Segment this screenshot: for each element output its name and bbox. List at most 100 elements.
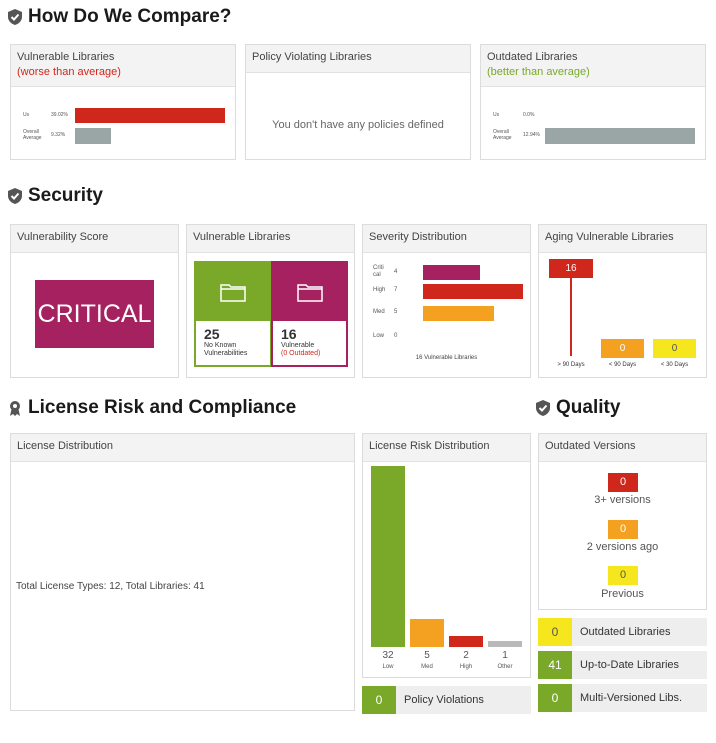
quality-title: Quality [556, 397, 621, 418]
avg-value: 9.32% [51, 132, 66, 138]
severity-bar [423, 306, 494, 321]
vulnerability-score-card: Vulnerability Score CRITICAL [10, 224, 179, 378]
multi-versioned-libs-count: 0 [538, 684, 572, 712]
three-plus-box: 0 [608, 473, 638, 492]
policy-violations-count: 0 [362, 686, 396, 714]
no-policies-message: You don't have any policies defined [272, 119, 444, 131]
outdated-libraries-count: 0 [538, 618, 572, 646]
quality-section-title: Quality [536, 397, 620, 419]
card-header: Vulnerable Libraries [187, 225, 354, 253]
card-title: License Distribution [17, 440, 113, 452]
severity-label: Criti cal [373, 265, 384, 279]
outdated-versions-card: Outdated Versions 0 3+ versions 0 2 vers… [538, 433, 707, 610]
card-header: Policy Violating Libraries [246, 45, 470, 73]
folder-icon [220, 284, 246, 302]
severity-footer: 16 Vulnerable Libraries [415, 355, 478, 361]
card-header: License Risk Distribution [363, 434, 530, 462]
aging-90plus-line [570, 278, 572, 356]
three-plus-label: 3+ versions [594, 494, 651, 506]
no-known-label: No Known Vulnerabilities [196, 342, 270, 358]
aging-lt90-label: < 90 Days [608, 362, 637, 368]
no-known-vulns-tile[interactable]: 25 No Known Vulnerabilities [194, 261, 272, 367]
severity-label: Med [373, 309, 385, 316]
policy-compare-card: Policy Violating Libraries You don't hav… [245, 44, 471, 160]
license-summary: Total License Types: 12, Total Libraries… [16, 581, 205, 592]
risk-label: High [459, 664, 473, 670]
license-section-title: License Risk and Compliance [8, 397, 296, 419]
policy-violations-pill[interactable]: 0 Policy Violations [362, 686, 531, 714]
severity-label-text: Low [373, 333, 385, 339]
risk-bar [488, 641, 522, 647]
risk-bar [371, 466, 405, 647]
vulnerable-compare-card: Vulnerable Libraries (worse than average… [10, 44, 236, 160]
vulnerable-label: Vulnerable (0 Outdated) [273, 342, 346, 358]
outdated-libraries-label: Outdated Libraries [572, 618, 707, 646]
avg-label-line2: Average [493, 135, 512, 141]
two-versions-box: 0 [608, 520, 638, 539]
severity-count: 5 [394, 309, 398, 315]
up-to-date-libraries-count: 41 [538, 651, 572, 679]
avg-bar [545, 128, 695, 144]
vulnerable-line2: (0 Outdated) [281, 350, 321, 357]
card-header: Vulnerability Score [11, 225, 178, 253]
up-to-date-libraries-label: Up-to-Date Libraries [572, 651, 707, 679]
card-title: Outdated Libraries [487, 51, 578, 63]
vulnerable-count: 16 [281, 326, 297, 342]
avg-value: 12.94% [523, 132, 540, 138]
avg-bar [75, 128, 111, 144]
license-distribution-card: License Distribution Total License Types… [10, 433, 355, 711]
vulnerable-libraries-card: Vulnerable Libraries 25 No Known Vulnerab… [186, 224, 355, 378]
vulnerable-line1: Vulnerable [281, 342, 315, 349]
folder-icon [296, 284, 323, 302]
card-title: Outdated Versions [545, 440, 636, 452]
aging-lt30-label: < 30 Days [660, 362, 689, 368]
card-header: Severity Distribution [363, 225, 530, 253]
previous-label: Previous [601, 588, 644, 600]
card-header: Vulnerable Libraries (worse than average… [11, 45, 235, 87]
card-title: Vulnerability Score [17, 231, 109, 243]
avg-label-line2: Average [23, 135, 42, 141]
policy-violations-label: Policy Violations [396, 686, 531, 714]
risk-count: 2 [463, 650, 469, 661]
risk-count: 1 [502, 650, 508, 661]
us-bar [75, 108, 225, 123]
severity-label-text: High [373, 287, 386, 293]
card-header: Outdated Libraries (better than average) [481, 45, 705, 87]
card-title: Severity Distribution [369, 231, 467, 243]
aging-90plus-box: 16 [549, 259, 593, 278]
shield-check-icon [8, 9, 22, 25]
vulnerable-tile[interactable]: 16 Vulnerable (0 Outdated) [271, 261, 348, 367]
severity-label-text: Criti [373, 265, 384, 271]
aging-lt30-box: 0 [653, 339, 696, 358]
card-title: Vulnerable Libraries [193, 231, 291, 243]
shield-check-icon [536, 400, 550, 416]
avg-label: Overall Average [493, 129, 512, 141]
security-title: Security [28, 185, 103, 206]
shield-check-icon [8, 188, 22, 204]
no-known-line1: No Known [204, 342, 237, 349]
risk-bar [410, 619, 444, 647]
compare-section-title: How Do We Compare? [8, 6, 231, 28]
card-title: Vulnerable Libraries [17, 51, 115, 63]
severity-count: 4 [394, 269, 398, 275]
us-label: Us [23, 112, 30, 118]
severity-label: High [373, 287, 385, 294]
card-title: Policy Violating Libraries [252, 51, 372, 63]
card-subtitle: (worse than average) [17, 66, 121, 78]
risk-count: 5 [424, 650, 430, 661]
up-to-date-libraries-pill[interactable]: 41 Up-to-Date Libraries [538, 651, 707, 679]
tile-icon-area [273, 263, 346, 321]
severity-count: 7 [394, 287, 398, 293]
card-title: License Risk Distribution [369, 440, 490, 452]
tile-icon-area [196, 263, 270, 321]
security-section-title: Security [8, 185, 103, 207]
outdated-libraries-pill[interactable]: 0 Outdated Libraries [538, 618, 707, 646]
risk-label: Other [497, 664, 513, 670]
risk-label: Low [382, 664, 394, 670]
card-header: License Distribution [11, 434, 354, 462]
card-header: Aging Vulnerable Libraries [539, 225, 706, 253]
critical-score-badge: CRITICAL [35, 280, 154, 348]
compare-title: How Do We Compare? [28, 6, 232, 27]
multi-versioned-libs-pill[interactable]: 0 Multi-Versioned Libs. [538, 684, 707, 712]
previous-box: 0 [608, 566, 638, 585]
